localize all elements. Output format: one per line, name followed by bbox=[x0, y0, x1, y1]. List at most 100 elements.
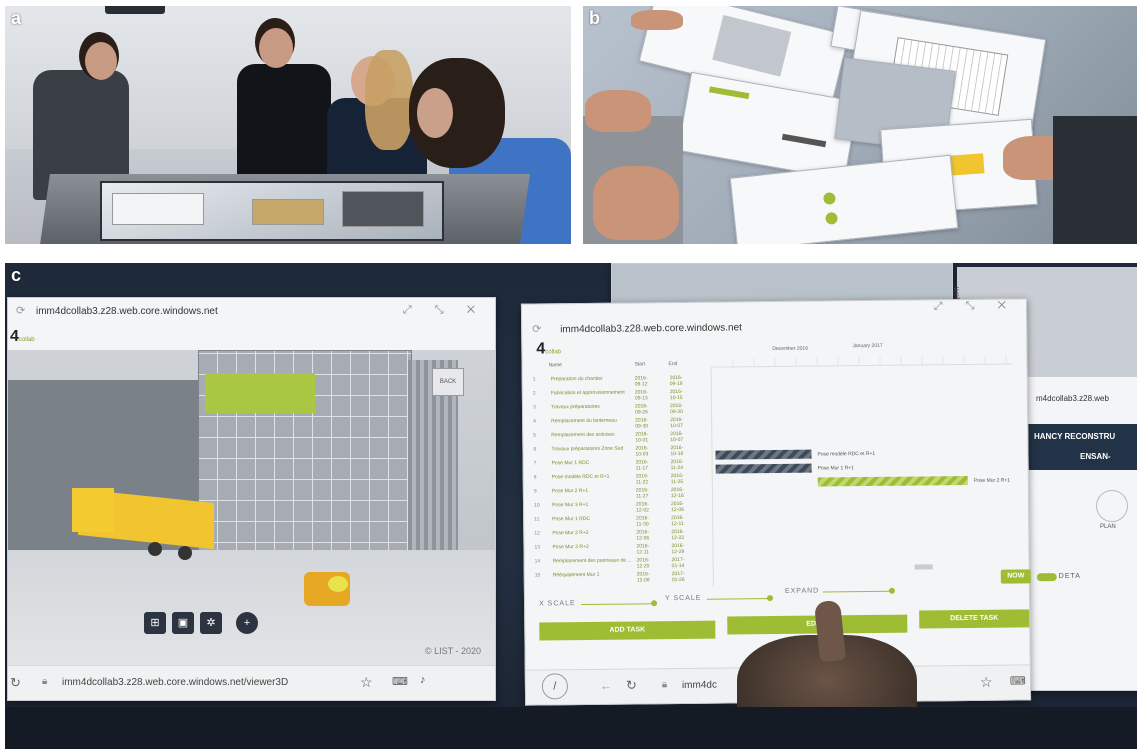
task-start: 2016-10-01 bbox=[635, 431, 649, 444]
details-label: DETA bbox=[1058, 572, 1081, 581]
right-window-title: m4dcollab3.z28.web bbox=[1036, 394, 1109, 403]
logo: 4collab bbox=[536, 340, 562, 358]
task-name: Pose Mur 2 R+2 bbox=[552, 529, 589, 537]
task-end: 2016-11-25 bbox=[670, 472, 684, 486]
bar-label: Pose Mur 2 R+1 bbox=[973, 477, 1011, 484]
expand-slider[interactable] bbox=[822, 590, 893, 593]
gantt-timeline bbox=[712, 355, 1013, 368]
now-button[interactable]: NOW bbox=[1000, 569, 1031, 584]
task-end: 2016-10-07 bbox=[670, 430, 684, 444]
task-number: 7 bbox=[533, 460, 537, 467]
copyright: © LIST - 2020 bbox=[425, 646, 481, 656]
panel-label-a: a bbox=[11, 8, 22, 28]
back-icon[interactable]: ← bbox=[600, 679, 612, 693]
viewer-3d-canvas[interactable]: BACK ⊞ ▣ ✲ + bbox=[8, 350, 495, 666]
task-name: Preparation du chantier bbox=[550, 375, 603, 383]
ground bbox=[8, 550, 495, 666]
task-end: 2016-12-08 bbox=[670, 500, 684, 514]
task-name: Travaux préparatoires Zone Sud bbox=[551, 445, 624, 453]
gantt-bar[interactable] bbox=[715, 463, 812, 474]
x-scale-handle[interactable] bbox=[651, 600, 658, 607]
photo-panel-b: b bbox=[583, 6, 1137, 244]
task-number: 15 bbox=[534, 572, 541, 579]
task-start: 2016-12-11 bbox=[636, 543, 650, 556]
task-name: Remplacement des ardoises bbox=[551, 431, 615, 439]
details-toggle[interactable] bbox=[1036, 573, 1057, 582]
task-end: 2017-01-14 bbox=[671, 556, 685, 570]
horizontal-scrollbar[interactable] bbox=[914, 564, 933, 570]
view-cube[interactable]: BACK bbox=[432, 368, 464, 396]
star-icon[interactable]: ☆ bbox=[360, 674, 373, 691]
task-start: 2016-12-02 bbox=[635, 501, 649, 514]
add-task-button[interactable]: ADD TASK bbox=[539, 620, 716, 641]
y-scale-slider[interactable] bbox=[707, 598, 772, 600]
task-number: 11 bbox=[534, 516, 540, 523]
task-number: 13 bbox=[534, 544, 541, 551]
photo-panel-a: a bbox=[5, 6, 571, 244]
task-name: Travaux préparatoires bbox=[550, 403, 600, 411]
gear-icon[interactable]: ✲ bbox=[200, 612, 222, 634]
task-start: 2016-11-17 bbox=[635, 459, 649, 472]
task-number: 12 bbox=[534, 530, 540, 537]
task-end: 2016-11-24 bbox=[670, 458, 684, 472]
task-start: 2016-11-27 bbox=[635, 487, 649, 500]
y-scale-label: Y SCALE bbox=[664, 594, 702, 603]
task-end: 2016-10-18 bbox=[670, 444, 684, 458]
task-start: 2016-09-13 bbox=[634, 389, 648, 402]
task-name: Pose Mur 1 RDC bbox=[552, 515, 590, 523]
hand-left bbox=[585, 90, 651, 132]
window-controls[interactable]: ⤢ ⤡ ✕ bbox=[934, 299, 1016, 313]
right-heading: HANCY RECONSTRU bbox=[1034, 432, 1116, 441]
gantt-bar[interactable] bbox=[715, 449, 812, 460]
task-end: 2016-12-16 bbox=[670, 486, 684, 500]
pen-icon[interactable]: / bbox=[541, 673, 569, 700]
task-name: Remplacement du lanterneau bbox=[551, 417, 617, 425]
col-name: Name bbox=[548, 362, 562, 369]
hierarchy-icon[interactable]: ⊞ bbox=[144, 612, 166, 634]
task-number: 4 bbox=[533, 418, 536, 425]
plan-icon[interactable] bbox=[1096, 490, 1128, 522]
speaker-icon[interactable]: ♪ bbox=[420, 674, 426, 686]
task-start: 2016-12-20 bbox=[636, 557, 650, 570]
reload-icon[interactable]: ↻ bbox=[626, 677, 637, 693]
window-controls[interactable]: ⤢ ⤡ ✕ bbox=[403, 304, 485, 317]
hand-writing bbox=[593, 166, 679, 240]
task-end: 2016-10-15 bbox=[669, 388, 683, 402]
keyboard-icon[interactable]: ⌨ bbox=[1010, 674, 1026, 687]
task-end: 2016-09-30 bbox=[669, 402, 683, 416]
truck-wheel bbox=[148, 542, 162, 556]
task-name: Fabrication et approvisionnement bbox=[550, 389, 625, 397]
arm-dark bbox=[1053, 116, 1137, 244]
month-label: January 2017 bbox=[852, 342, 883, 350]
window-title: imm4dcollab3.z28.web.core.windows.net bbox=[560, 322, 742, 336]
star-icon[interactable]: ☆ bbox=[980, 674, 993, 691]
task-start: 2016-11-22 bbox=[635, 473, 649, 486]
reload-icon[interactable]: ↻ bbox=[10, 675, 21, 691]
task-start: 2016-09-26 bbox=[634, 403, 648, 416]
photo-panel-c: c ⟳ imm4dcollab3.z28.web.core.windows.ne… bbox=[5, 263, 1137, 749]
save-icon[interactable]: ▣ bbox=[172, 612, 194, 634]
y-scale-handle[interactable] bbox=[766, 595, 774, 602]
task-name: Pose Mur 3 R+2 bbox=[552, 543, 589, 551]
task-end: 2017-01-26 bbox=[671, 570, 685, 584]
task-name: Pose modèle RDC et R+1 bbox=[551, 473, 610, 481]
right-window-header: HANCY RECONSTRU ENSAN- bbox=[1026, 424, 1137, 470]
building-model[interactable] bbox=[198, 350, 412, 564]
plus-icon[interactable]: + bbox=[236, 612, 258, 634]
reload-icon[interactable]: ⟳ bbox=[532, 322, 541, 335]
task-number: 8 bbox=[533, 474, 537, 481]
task-end: 2016-10-07 bbox=[670, 416, 684, 430]
task-start: 2016-11-30 bbox=[636, 515, 649, 528]
right-window: m4dcollab3.z28.web HANCY RECONSTRU ENSAN… bbox=[1025, 373, 1137, 691]
keyboard-icon[interactable]: ⌨ bbox=[392, 675, 408, 688]
month-label: December 2016 bbox=[772, 345, 809, 353]
gantt-bar-selected[interactable] bbox=[817, 475, 968, 487]
delete-task-button[interactable]: DELETE TASK bbox=[919, 609, 1030, 629]
expand-handle[interactable] bbox=[888, 587, 895, 594]
reload-icon[interactable]: ⟳ bbox=[16, 304, 25, 317]
url-text[interactable]: imm4dc bbox=[682, 680, 717, 691]
expand-label: EXPAND bbox=[784, 587, 820, 595]
x-scale-slider[interactable] bbox=[581, 603, 656, 606]
url-text[interactable]: imm4dcollab3.z28.web.core.windows.net/vi… bbox=[62, 677, 288, 688]
task-end: 2016-12-11 bbox=[671, 514, 684, 528]
